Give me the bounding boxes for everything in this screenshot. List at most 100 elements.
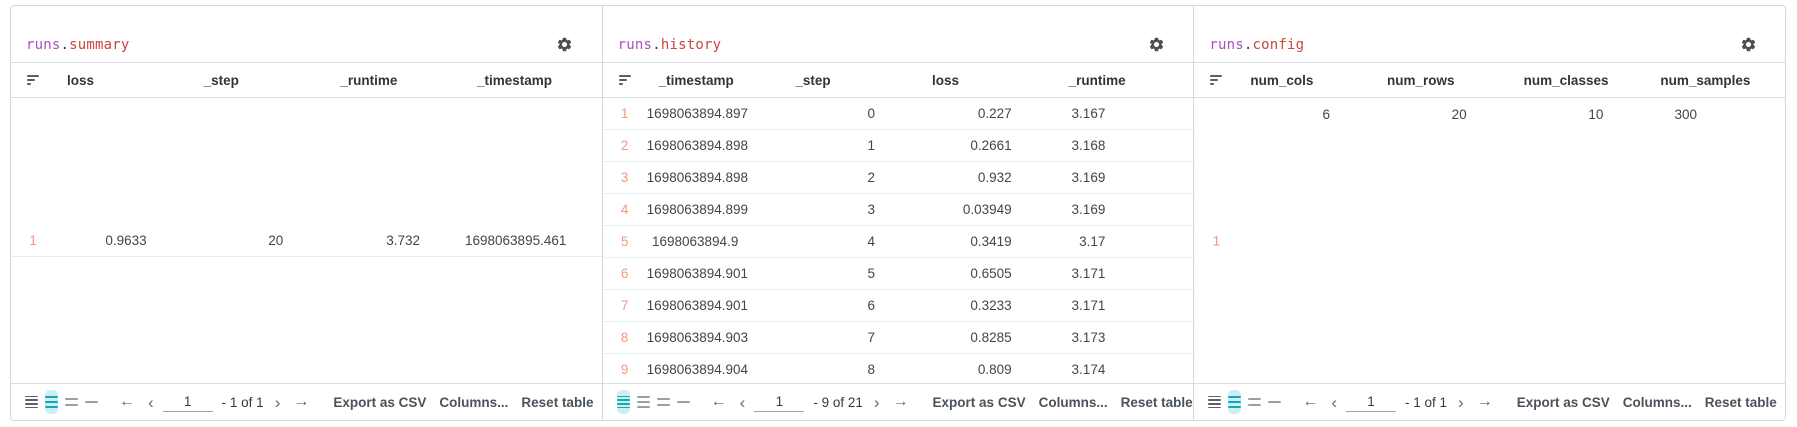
column-header-timestamp[interactable]: _timestamp (647, 73, 784, 88)
table-row: 5 1698063894.9 4 0.3419 3.17 (602, 226, 1194, 258)
columns-button[interactable]: Columns... (436, 395, 511, 410)
table-cell: 0.3233 (970, 298, 1012, 313)
panel-runs-summary: runs.summary loss _step _runtime _timest… (11, 6, 603, 420)
previous-page-icon[interactable]: ‹ (738, 394, 748, 411)
reset-table-button[interactable]: Reset table (1702, 395, 1780, 410)
gear-icon[interactable] (1147, 35, 1165, 53)
filter-icon[interactable] (603, 75, 647, 85)
panel-header: runs.summary (11, 6, 602, 62)
table-cell: 3 (867, 202, 875, 217)
reset-table-button[interactable]: Reset table (1118, 395, 1196, 410)
table-body: 6 20 10 300 1 (1194, 98, 1785, 383)
title-property: config (1252, 37, 1305, 53)
export-csv-button[interactable]: Export as CSV (330, 395, 429, 410)
next-page-icon[interactable]: › (872, 394, 882, 411)
row-height-extra-tall-icon[interactable] (676, 390, 690, 414)
row-height-tall-icon[interactable] (65, 390, 78, 414)
first-page-icon[interactable]: ← (115, 394, 139, 410)
table-cell: 3.732 (386, 232, 420, 248)
table-cell: 5 (867, 266, 875, 281)
column-header-step[interactable]: _step (783, 73, 920, 88)
panel-title: runs.summary (26, 37, 130, 53)
table-cell: 6 (1322, 106, 1330, 122)
row-height-medium-icon[interactable] (45, 390, 58, 414)
first-page-icon[interactable]: ← (1298, 394, 1322, 410)
row-index: 7 (620, 298, 629, 313)
table-cell: 1698063894.899 (646, 202, 749, 217)
table-cell: 300 (1674, 106, 1698, 122)
column-header-num-cols[interactable]: num_cols (1238, 73, 1375, 88)
table-cell: 3.168 (1071, 138, 1106, 153)
row-height-extra-tall-icon[interactable] (1268, 390, 1282, 414)
page-number-input[interactable] (754, 392, 805, 412)
table-cell: 0.9633 (105, 232, 147, 248)
row-height-compact-icon[interactable] (1208, 390, 1222, 414)
reset-table-button[interactable]: Reset table (518, 395, 596, 410)
table-cell: 0 (867, 106, 875, 121)
column-header-loss[interactable]: loss (55, 73, 192, 88)
table-cell: 0.8285 (970, 330, 1012, 345)
table-footer: ← ‹ - 1 of 1 › → Export as CSV Columns..… (1194, 383, 1785, 420)
table-cell: 2 (867, 170, 875, 185)
column-header-runtime[interactable]: _runtime (1057, 73, 1194, 88)
row-height-tall-icon[interactable] (1248, 390, 1262, 414)
table-cell: 1698063894.903 (646, 330, 749, 345)
columns-button[interactable]: Columns... (1036, 395, 1111, 410)
title-dot: . (1243, 37, 1253, 53)
table-header-row: num_cols num_rows num_classes num_sample… (1194, 62, 1785, 98)
table-cell: 20 (1451, 106, 1467, 122)
panel-runs-history: runs.history _timestamp _step loss _runt… (602, 6, 1196, 420)
table-row: 6 1698063894.901 5 0.6505 3.171 (602, 258, 1194, 290)
row-height-extra-tall-icon[interactable] (85, 390, 98, 414)
column-header-timestamp[interactable]: _timestamp (465, 73, 602, 88)
row-height-compact-icon[interactable] (616, 390, 630, 414)
row-height-tall-icon[interactable] (656, 390, 670, 414)
page-range-label: - 1 of 1 (1405, 394, 1448, 410)
table-cell: 0.932 (977, 170, 1012, 185)
table-header-row: loss _step _runtime _timestamp (11, 62, 602, 98)
columns-button[interactable]: Columns... (1620, 395, 1695, 410)
gear-icon[interactable] (556, 35, 574, 53)
column-header-num-samples[interactable]: num_samples (1648, 73, 1785, 88)
column-header-step[interactable]: _step (192, 73, 329, 88)
table-footer: ← ‹ - 9 of 21 › → Export as CSV Columns.… (602, 383, 1196, 420)
next-page-icon[interactable]: › (1456, 394, 1466, 411)
next-page-icon[interactable]: › (273, 394, 283, 411)
filter-icon[interactable] (1194, 75, 1238, 85)
export-csv-button[interactable]: Export as CSV (1514, 395, 1613, 410)
table-cell: 3.171 (1071, 266, 1106, 281)
table-cell: 1698063894.898 (646, 138, 749, 153)
table-cell: 0.227 (977, 106, 1012, 121)
previous-page-icon[interactable]: ‹ (146, 394, 156, 411)
filter-icon[interactable] (11, 75, 55, 85)
table-row: 1 1698063894.897 0 0.227 3.167 (602, 98, 1194, 130)
table-row: 2 1698063894.898 1 0.2661 3.168 (602, 130, 1194, 162)
row-index: 3 (620, 170, 629, 185)
page-number-input[interactable] (1346, 392, 1397, 412)
row-height-medium-icon[interactable] (1228, 390, 1242, 414)
table-body: 1 1698063894.897 0 0.227 3.167 2 1698063… (602, 98, 1194, 383)
table-footer: ← ‹ - 1 of 1 › → Export as CSV Columns..… (11, 383, 602, 420)
row-index: 1 (1212, 233, 1221, 248)
last-page-icon[interactable]: → (289, 394, 313, 410)
column-header-num-classes[interactable]: num_classes (1512, 73, 1649, 88)
page-number-input[interactable] (162, 392, 213, 412)
gear-icon[interactable] (1739, 35, 1757, 53)
export-csv-button[interactable]: Export as CSV (930, 395, 1029, 410)
row-index: 1 (620, 106, 629, 121)
row-height-medium-icon[interactable] (636, 390, 650, 414)
previous-page-icon[interactable]: ‹ (1329, 394, 1339, 411)
last-page-icon[interactable]: → (889, 394, 913, 410)
panel-runs-config: runs.config num_cols num_rows num_classe… (1194, 6, 1785, 420)
table-cell: 0.3419 (970, 234, 1012, 249)
last-page-icon[interactable]: → (1473, 394, 1497, 410)
table-cell: 1698063895.461 (465, 232, 567, 248)
column-header-num-rows[interactable]: num_rows (1375, 73, 1512, 88)
column-header-loss[interactable]: loss (920, 73, 1057, 88)
column-header-runtime[interactable]: _runtime (328, 73, 465, 88)
table-cell: 1 (867, 138, 875, 153)
table-cell: 4 (867, 234, 875, 249)
first-page-icon[interactable]: ← (707, 394, 731, 410)
row-height-compact-icon[interactable] (25, 390, 38, 414)
row-index: 9 (620, 362, 629, 377)
